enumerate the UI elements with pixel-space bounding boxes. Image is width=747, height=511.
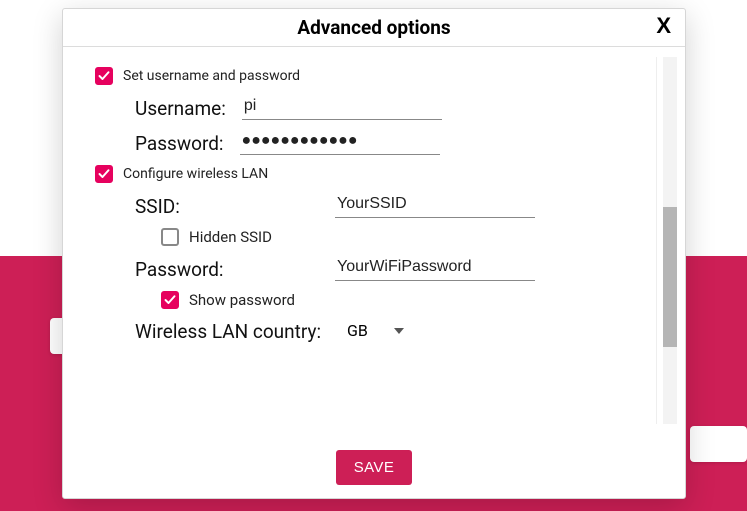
close-button[interactable]: X — [656, 13, 671, 39]
wifi-label: Configure wireless LAN — [123, 166, 268, 182]
check-icon — [98, 70, 110, 82]
ssid-input[interactable] — [335, 193, 535, 218]
country-row: Wireless LAN country: GB — [135, 319, 656, 343]
hidden-ssid-label: Hidden SSID — [189, 228, 272, 246]
dialog-body: Set username and password Username: Pass… — [63, 47, 685, 498]
set-user-checkbox[interactable] — [95, 67, 113, 85]
wifi-row: Configure wireless LAN — [95, 165, 656, 183]
wifi-password-label: Password: — [135, 258, 325, 281]
save-button[interactable]: SAVE — [336, 450, 413, 485]
country-select[interactable]: GB — [345, 319, 408, 343]
show-password-row: Show password — [161, 291, 656, 309]
chevron-down-icon — [394, 328, 404, 334]
set-user-label: Set username and password — [123, 68, 300, 84]
country-value: GB — [347, 321, 368, 340]
dialog-titlebar: Advanced options X — [63, 9, 685, 47]
check-icon — [164, 294, 176, 306]
username-label: Username: — [135, 97, 232, 120]
scroll-area: Set username and password Username: Pass… — [91, 57, 657, 424]
bg-card-right — [690, 426, 747, 462]
hidden-ssid-checkbox[interactable] — [161, 228, 179, 246]
user-password-label: Password: — [135, 132, 230, 155]
username-row: Username: — [135, 95, 656, 120]
user-password-input[interactable] — [240, 130, 440, 155]
dialog-footer: SAVE — [63, 436, 685, 498]
dialog-title: Advanced options — [297, 16, 450, 39]
check-icon — [98, 168, 110, 180]
hidden-ssid-row: Hidden SSID — [161, 228, 656, 246]
show-password-label: Show password — [189, 291, 295, 309]
ssid-row: SSID: — [135, 193, 656, 218]
scrollbar-thumb[interactable] — [663, 207, 677, 347]
set-user-row: Set username and password — [95, 67, 656, 85]
ssid-label: SSID: — [135, 195, 325, 218]
advanced-options-dialog: Advanced options X Set username and pass… — [62, 8, 686, 499]
username-input[interactable] — [242, 95, 442, 120]
wifi-password-input[interactable] — [335, 256, 535, 281]
country-label: Wireless LAN country: — [135, 320, 335, 343]
show-password-checkbox[interactable] — [161, 291, 179, 309]
wifi-password-row: Password: — [135, 256, 656, 281]
wifi-checkbox[interactable] — [95, 165, 113, 183]
user-password-row: Password: — [135, 130, 656, 155]
